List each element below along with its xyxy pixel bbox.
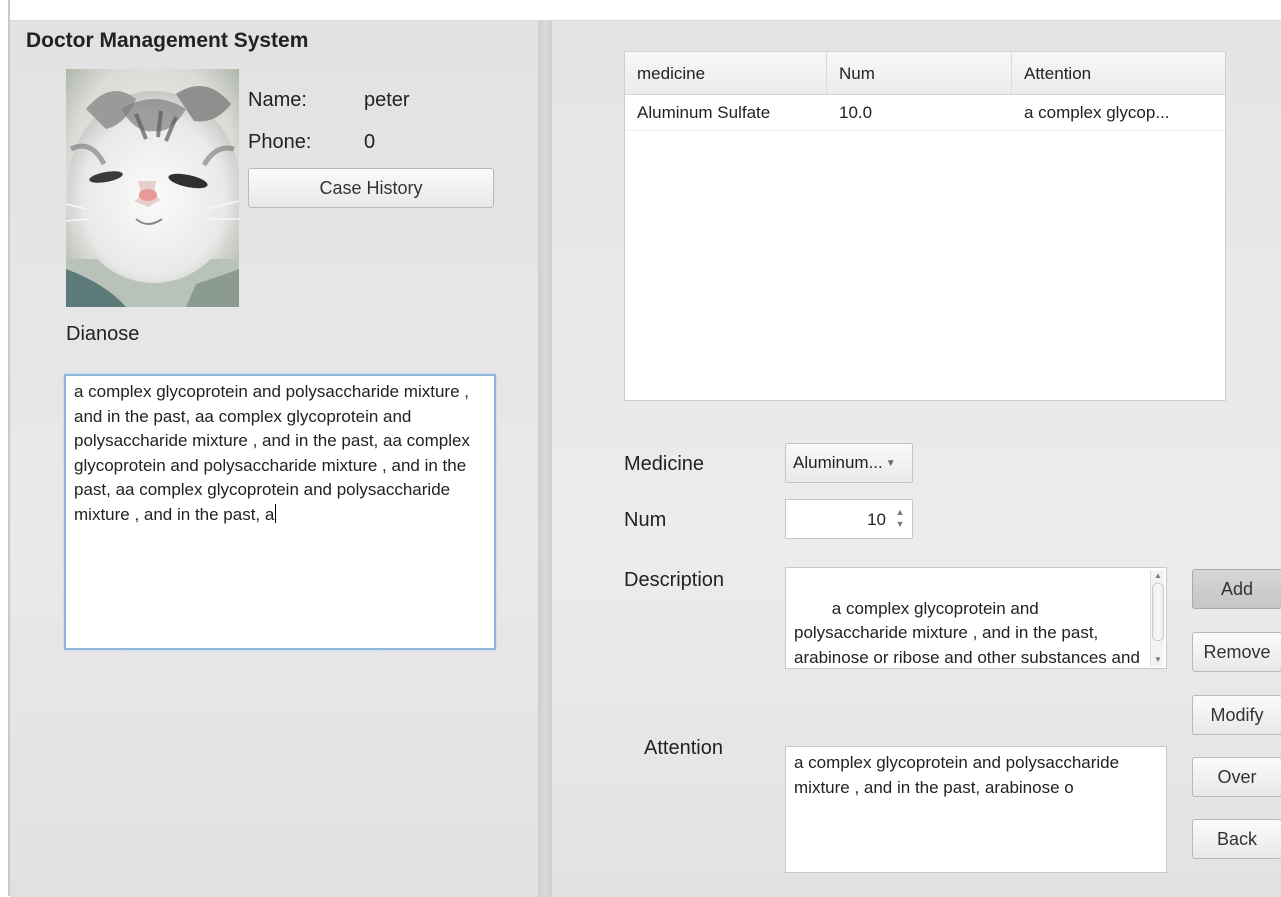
column-header-attention[interactable]: Attention bbox=[1012, 52, 1227, 95]
split-pane-divider[interactable] bbox=[538, 21, 552, 897]
prescription-pane: medicine Num Attention Aluminum Sulfate … bbox=[552, 21, 1281, 897]
patient-photo bbox=[66, 69, 239, 307]
remove-button[interactable]: Remove bbox=[1192, 632, 1281, 672]
prescription-table[interactable]: medicine Num Attention Aluminum Sulfate … bbox=[624, 51, 1226, 401]
cell-medicine: Aluminum Sulfate bbox=[637, 103, 771, 122]
back-button[interactable]: Back bbox=[1192, 819, 1281, 859]
medicine-label: Medicine bbox=[624, 453, 705, 475]
attention-textarea[interactable]: a complex glycoprotein and polysaccharid… bbox=[785, 746, 1167, 873]
case-history-button[interactable]: Case History bbox=[248, 168, 494, 208]
scroll-up-icon[interactable]: ▲ bbox=[1152, 570, 1164, 582]
medicine-selected-value: Aluminum... bbox=[793, 453, 883, 472]
stepper-arrows[interactable]: ▲ ▼ bbox=[894, 506, 906, 530]
increment-icon[interactable]: ▲ bbox=[894, 506, 906, 518]
decrement-icon[interactable]: ▼ bbox=[894, 518, 906, 530]
name-value: peter bbox=[364, 89, 410, 111]
num-value: 10 bbox=[867, 510, 886, 529]
cell-num: 10.0 bbox=[839, 103, 873, 122]
modify-button[interactable]: Modify bbox=[1192, 695, 1281, 735]
cat-photo-icon bbox=[66, 69, 239, 307]
app-window: Doctor Management System Name: peter Pho… bbox=[0, 0, 1281, 897]
add-button[interactable]: Add bbox=[1192, 569, 1281, 609]
scroll-thumb[interactable] bbox=[1152, 583, 1164, 641]
app-content: Doctor Management System Name: peter Pho… bbox=[10, 20, 1281, 897]
patient-pane: Doctor Management System Name: peter Pho… bbox=[10, 21, 538, 897]
column-header-num[interactable]: Num bbox=[827, 52, 1012, 95]
num-label: Num bbox=[624, 509, 667, 531]
attention-label: Attention bbox=[644, 737, 723, 759]
diagnose-text: a complex glycoprotein and polysaccharid… bbox=[74, 382, 475, 524]
num-stepper[interactable]: 10 ▲ ▼ bbox=[785, 499, 913, 539]
chevron-down-icon: ▼ bbox=[885, 457, 896, 469]
description-textarea[interactable]: a complex glycoprotein and polysaccharid… bbox=[785, 567, 1167, 669]
diagnose-textarea[interactable]: a complex glycoprotein and polysaccharid… bbox=[64, 374, 496, 650]
phone-label: Phone: bbox=[248, 131, 312, 153]
column-header-medicine[interactable]: medicine bbox=[625, 52, 827, 95]
medicine-select[interactable]: Aluminum... ▼ bbox=[785, 443, 913, 483]
page-title: Doctor Management System bbox=[26, 29, 309, 52]
description-text: a complex glycoprotein and polysaccharid… bbox=[794, 598, 1140, 667]
attention-text: a complex glycoprotein and polysaccharid… bbox=[794, 753, 1124, 797]
table-header: medicine Num Attention bbox=[625, 52, 1225, 95]
description-label: Description bbox=[624, 569, 725, 591]
table-row[interactable]: Aluminum Sulfate 10.0 a complex glycop..… bbox=[625, 95, 1225, 131]
over-button[interactable]: Over bbox=[1192, 757, 1281, 797]
phone-value: 0 bbox=[364, 131, 376, 153]
cell-attention: a complex glycop... bbox=[1024, 103, 1170, 122]
description-scrollbar[interactable]: ▲ ▼ bbox=[1150, 570, 1164, 666]
diagnose-label: Dianose bbox=[66, 323, 140, 345]
name-label: Name: bbox=[248, 89, 307, 111]
text-caret bbox=[275, 503, 277, 523]
scroll-down-icon[interactable]: ▼ bbox=[1152, 654, 1164, 666]
